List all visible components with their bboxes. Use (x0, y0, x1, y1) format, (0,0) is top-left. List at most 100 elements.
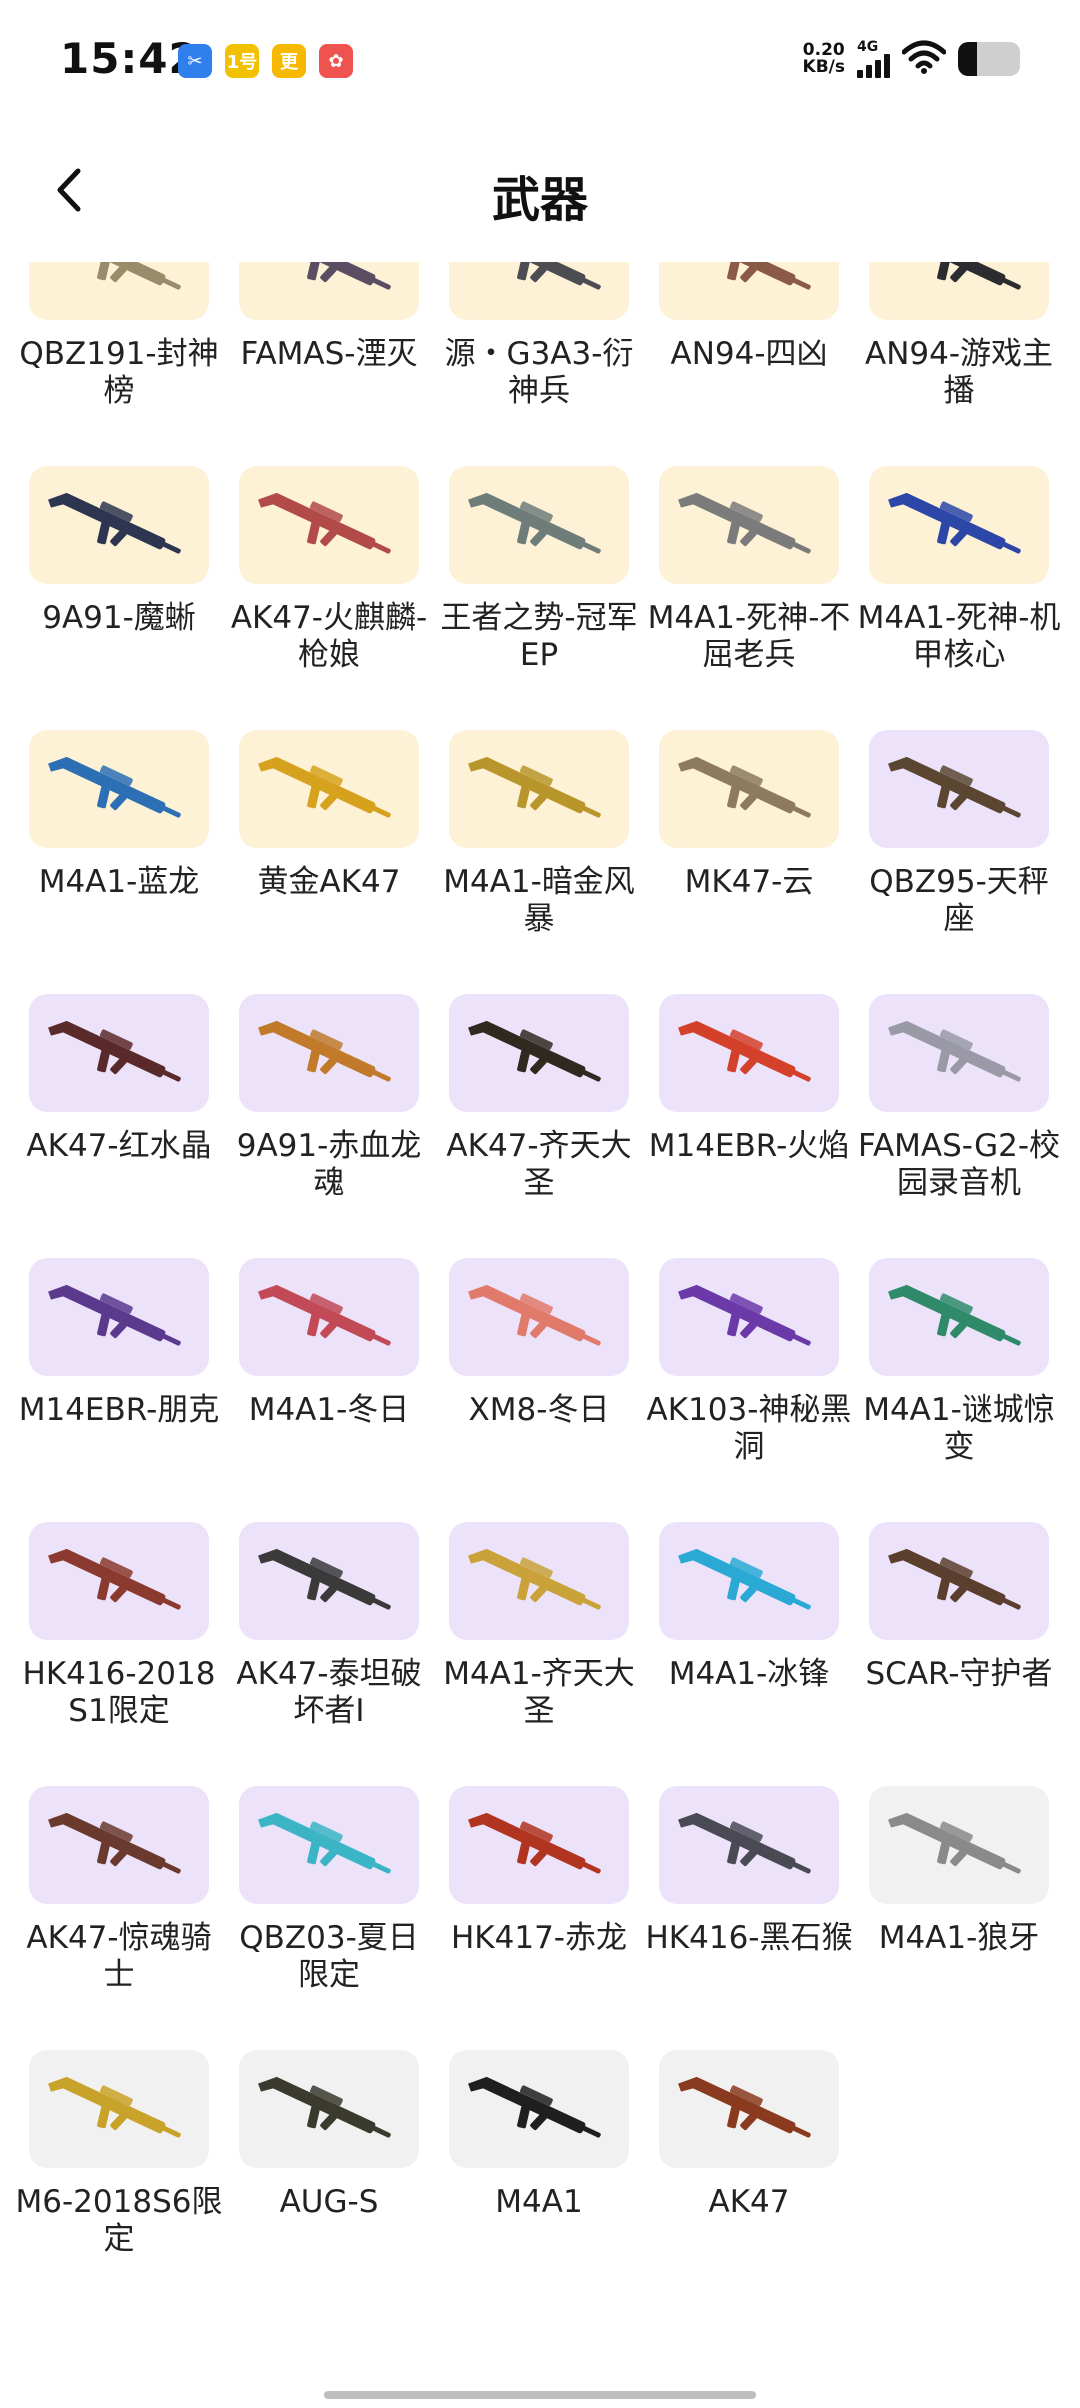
network-speed-unit: KB/s (802, 57, 845, 77)
weapon-thumbnail (239, 466, 419, 584)
weapon-item[interactable]: AN94-游戏主播 (865, 262, 1053, 466)
app-icon-yellow: 1号 (225, 44, 259, 78)
weapon-item[interactable]: M4A1-齐天大圣 (443, 1522, 635, 1786)
rifle-icon (678, 1021, 811, 1082)
weapon-item[interactable]: AK47-红水晶 (26, 994, 212, 1258)
weapon-item[interactable]: M4A1-冬日 (239, 1258, 419, 1522)
rifle-icon (48, 1021, 181, 1082)
weapon-name: M4A1-冬日 (248, 1392, 410, 1428)
weapon-item[interactable]: QBZ95-天秤座 (869, 730, 1049, 994)
weapon-item[interactable]: AN94-四凶 (659, 262, 839, 466)
weapon-item[interactable]: 9A91-魔蜥 (29, 466, 209, 730)
rifle-icon (258, 1813, 391, 1874)
weapon-item[interactable]: AK47-齐天大圣 (446, 994, 632, 1258)
weapon-thumbnail (869, 262, 1049, 320)
weapon-item[interactable]: 9A91-赤血龙魂 (237, 994, 421, 1258)
weapon-name: AN94-游戏主播 (864, 336, 1054, 409)
rifle-icon (690, 262, 811, 290)
weapon-name: AK47-泰坦破坏者Ⅰ (236, 1656, 422, 1729)
rifle-icon (468, 1285, 601, 1346)
weapon-thumbnail (869, 994, 1049, 1112)
weapon-list[interactable]: QBZ191-封神榜 FAMAS-湮灭 源・G3A3-衍神兵 AN94-四凶 AN94-… (0, 262, 1080, 2342)
weapon-item[interactable]: M14EBR-朋克 (19, 1258, 219, 1522)
weapon-item[interactable]: M4A1 (449, 2050, 629, 2314)
weapon-thumbnail (449, 1258, 629, 1376)
weapon-item[interactable]: M4A1-冰锋 (659, 1522, 839, 1786)
weapon-thumbnail (239, 262, 419, 320)
weapon-item[interactable]: M4A1-死神-不屈老兵 (648, 466, 850, 730)
rifle-icon (258, 1285, 391, 1346)
weapon-thumbnail (29, 466, 209, 584)
weapon-item[interactable]: AK47-惊魂骑士 (26, 1786, 212, 2050)
weapon-grid: QBZ191-封神榜 FAMAS-湮灭 源・G3A3-衍神兵 AN94-四凶 AN94-… (16, 262, 1060, 2314)
weapon-thumbnail (449, 466, 629, 584)
weapon-thumbnail (659, 1522, 839, 1640)
weapon-item[interactable]: MK47-云 (659, 730, 839, 994)
weapon-name: AK47 (708, 2184, 790, 2220)
weapon-item[interactable]: AK103-神秘黑洞 (647, 1258, 851, 1522)
weapon-item[interactable]: XM8-冬日 (449, 1258, 629, 1522)
home-indicator[interactable] (324, 2391, 756, 2399)
rifle-icon (678, 1549, 811, 1610)
rifle-icon (480, 262, 601, 290)
rifle-icon (678, 493, 811, 554)
weapon-thumbnail (869, 1258, 1049, 1376)
weapon-thumbnail (869, 730, 1049, 848)
weapon-name: QBZ03-夏日限定 (239, 1920, 419, 1993)
weapon-thumbnail (449, 994, 629, 1112)
weapon-name: AK47-惊魂骑士 (26, 1920, 212, 1993)
signal-group: 4G (857, 40, 890, 78)
weapon-item[interactable]: AK47 (659, 2050, 839, 2314)
weapon-item[interactable]: M4A1-蓝龙 (29, 730, 209, 994)
weapon-name: M14EBR-朋克 (18, 1392, 220, 1428)
app-icon-yellow-2: 更 (272, 44, 306, 78)
weapon-thumbnail (869, 466, 1049, 584)
wifi-icon (901, 40, 947, 78)
weapon-name: M4A1-狼牙 (878, 1920, 1040, 1956)
weapon-thumbnail (869, 1786, 1049, 1904)
weapon-name: HK417-赤龙 (451, 1920, 627, 1956)
weapon-item[interactable]: M6-2018S6限定 (16, 2050, 222, 2314)
weapon-item[interactable]: FAMAS-湮灭 (239, 262, 419, 466)
weapon-thumbnail (449, 2050, 629, 2168)
weapon-name: M4A1-蓝龙 (38, 864, 200, 900)
rifle-icon (258, 2077, 391, 2138)
notification-app-icons: ✂ 1号更 ✿ (178, 44, 353, 78)
weapon-item[interactable]: QBZ03-夏日限定 (239, 1786, 419, 2050)
weapon-item[interactable]: AUG-S (239, 2050, 419, 2314)
weapon-item[interactable]: AK47-泰坦破坏者Ⅰ (236, 1522, 422, 1786)
rifle-icon (888, 1813, 1021, 1874)
weapon-item[interactable]: M4A1-暗金风暴 (443, 730, 635, 994)
app-icon-blue: ✂ (178, 44, 212, 78)
weapon-item[interactable]: M14EBR-火焰 (649, 994, 849, 1258)
rifle-icon (258, 1549, 391, 1610)
rifle-icon (48, 1285, 181, 1346)
weapon-item[interactable]: SCAR-守护者 (866, 1522, 1053, 1786)
rifle-icon (468, 1813, 601, 1874)
weapon-name: AK47-红水晶 (26, 1128, 212, 1164)
weapon-item[interactable]: M4A1-死神-机甲核心 (858, 466, 1060, 730)
weapon-thumbnail (239, 994, 419, 1112)
weapon-name: M4A1-谜城惊变 (863, 1392, 1055, 1465)
weapon-item[interactable]: HK417-赤龙 (449, 1786, 629, 2050)
status-indicators: 0.20 KB/s 4G (803, 40, 1020, 78)
rifle-icon (258, 1021, 391, 1082)
battery-icon (958, 42, 1020, 76)
weapon-item[interactable]: M4A1-谜城惊变 (863, 1258, 1055, 1522)
weapon-item[interactable]: FAMAS-G2-校园录音机 (858, 994, 1060, 1258)
weapon-item[interactable]: QBZ191-封神榜 (19, 262, 219, 466)
weapon-item[interactable]: 黄金AK47 (239, 730, 419, 994)
weapon-item[interactable]: 王者之势-冠军EP (440, 466, 638, 730)
weapon-name: M4A1-死神-不屈老兵 (647, 600, 851, 673)
weapon-item[interactable]: HK416-2018S1限定 (23, 1522, 215, 1786)
weapon-thumbnail (659, 994, 839, 1112)
weapon-item[interactable]: 源・G3A3-衍神兵 (445, 262, 633, 466)
weapon-item[interactable]: M4A1-狼牙 (869, 1786, 1049, 2050)
weapon-thumbnail (449, 1786, 629, 1904)
weapon-name: AK47-火麒麟-枪娘 (230, 600, 428, 673)
weapon-item[interactable]: AK47-火麒麟-枪娘 (231, 466, 427, 730)
status-bar: 15:42 ✂ 1号更 ✿ 0.20 KB/s 4G (0, 0, 1080, 120)
rifle-icon (888, 1549, 1021, 1610)
rifle-icon (888, 1021, 1021, 1082)
weapon-item[interactable]: HK416-黑石猴 (646, 1786, 853, 2050)
